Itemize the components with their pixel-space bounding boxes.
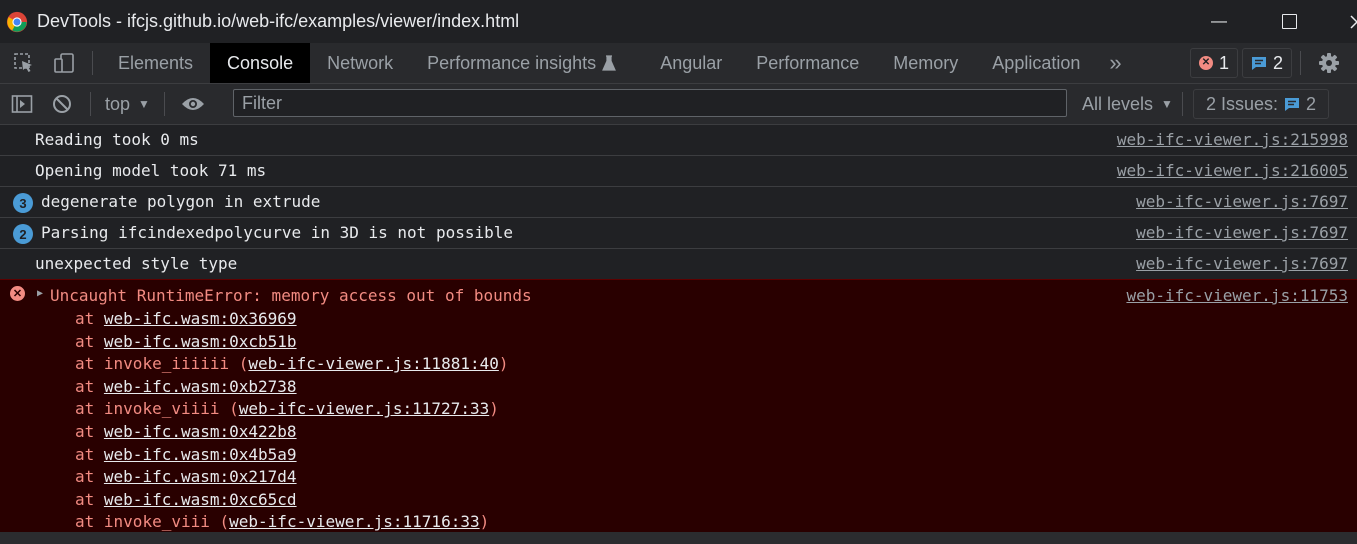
console-message: 2 Parsing ifcindexedpolycurve in 3D is n… — [0, 218, 1357, 249]
settings-button[interactable] — [1309, 43, 1349, 83]
dropdown-arrow-icon: ▼ — [138, 97, 150, 111]
sidebar-toggle-icon — [11, 95, 33, 113]
message-icon — [1251, 57, 1266, 70]
tab-performance[interactable]: Performance — [739, 43, 876, 83]
device-toolbar-button[interactable] — [44, 43, 84, 83]
message-text: degenerate polygon in extrude — [41, 192, 321, 211]
stack-frame: at web-ifc.wasm:0x4b5a9 — [75, 444, 297, 464]
source-link[interactable]: web-ifc-viewer.js:7697 — [1136, 192, 1348, 211]
close-icon — [1350, 14, 1357, 29]
issues-button[interactable]: 2 Issues: 2 — [1193, 89, 1330, 119]
inspect-cursor-icon — [14, 53, 32, 72]
stack-frame-link[interactable]: web-ifc.wasm:0xb2738 — [104, 377, 297, 396]
window-title: DevTools - ifcjs.github.io/web-ifc/examp… — [37, 11, 520, 31]
repeat-count-badge: 3 — [13, 193, 33, 213]
message-text: Opening model took 71 ms — [35, 161, 267, 180]
source-link[interactable]: web-ifc-viewer.js:7697 — [1136, 223, 1348, 242]
error-icon: ✕ — [1198, 56, 1213, 70]
message-text: unexpected style type — [35, 254, 238, 273]
tab-angular[interactable]: Angular — [643, 43, 739, 83]
tab-performance-insights[interactable]: Performance insights — [410, 43, 633, 83]
stack-frame: at invoke_viiii (web-ifc-viewer.js:11727… — [75, 399, 499, 419]
toolbar-divider — [1182, 92, 1183, 116]
stack-frame-link[interactable]: web-ifc.wasm:0x422b8 — [104, 422, 297, 441]
source-link[interactable]: web-ifc-viewer.js:11753 — [1126, 286, 1348, 305]
stack-frame: at web-ifc.wasm:0x217d4 — [75, 467, 297, 487]
stack-frame-link[interactable]: web-ifc-viewer.js:11727:33 — [239, 399, 489, 418]
window-titlebar: DevTools - ifcjs.github.io/web-ifc/examp… — [0, 0, 1357, 44]
error-count-badge[interactable]: ✕ 1 — [1189, 48, 1238, 78]
message-text: Reading took 0 ms — [35, 130, 199, 149]
tab-elements[interactable]: Elements — [101, 43, 210, 83]
stack-frame: at web-ifc.wasm:0xc65cd — [75, 489, 297, 509]
stack-frame-link[interactable]: web-ifc.wasm:0x4b5a9 — [104, 445, 297, 464]
stack-frame-link[interactable]: web-ifc.wasm:0xcb51b — [104, 332, 297, 351]
chevron-double-right-icon: » — [1109, 50, 1122, 75]
more-tabs-button[interactable]: » — [1097, 43, 1133, 83]
console-messages: Reading took 0 ms web-ifc-viewer.js:2159… — [0, 125, 1357, 544]
maximize-icon — [1281, 14, 1297, 29]
stack-frame: at web-ifc.wasm:0x36969 — [75, 309, 297, 328]
tab-application[interactable]: Application — [975, 43, 1097, 83]
filter-input[interactable] — [233, 89, 1067, 117]
message-text: Parsing ifcindexedpolycurve in 3D is not… — [41, 223, 514, 242]
toolbar-divider — [90, 92, 91, 116]
eye-icon — [181, 98, 204, 110]
chrome-logo-icon — [6, 11, 28, 32]
close-button[interactable] — [1320, 0, 1357, 43]
toolbar-divider — [163, 92, 165, 116]
stack-frame-link[interactable]: web-ifc.wasm:0x36969 — [104, 309, 297, 328]
clear-icon — [53, 95, 71, 113]
maximize-button[interactable] — [1252, 0, 1326, 43]
message-icon — [1285, 98, 1300, 111]
message-count-badge[interactable]: 2 — [1241, 48, 1292, 78]
console-message: unexpected style type web-ifc-viewer.js:… — [0, 249, 1357, 279]
log-levels-dropdown[interactable]: All levels ▼ — [1082, 84, 1173, 124]
devtools-tabbar: Elements Console Network Performance ins… — [0, 43, 1357, 84]
source-link[interactable]: web-ifc-viewer.js:216005 — [1117, 161, 1348, 180]
error-message: ✕ ▶ Uncaught RuntimeError: memory access… — [0, 279, 1357, 536]
error-icon: ✕ — [10, 286, 25, 301]
inspect-element-button[interactable] — [4, 43, 44, 83]
expand-triangle-icon[interactable]: ▶ — [37, 288, 43, 299]
console-message: 3 degenerate polygon in extrude web-ifc-… — [0, 187, 1357, 218]
stack-frame: at web-ifc.wasm:0x422b8 — [75, 421, 297, 441]
toolbar-divider — [92, 51, 93, 75]
repeat-count-badge: 2 — [13, 224, 33, 244]
stack-frame: at invoke_iiiiii (web-ifc-viewer.js:1188… — [75, 354, 509, 374]
minimize-button[interactable]: — — [1182, 0, 1256, 43]
clear-console-button[interactable] — [42, 84, 82, 124]
tab-memory[interactable]: Memory — [876, 43, 975, 83]
dropdown-arrow-icon: ▼ — [1161, 97, 1173, 111]
console-filterbar: top ▼ All levels ▼ 2 Issues: 2 — [0, 84, 1357, 125]
stack-frame-link[interactable]: web-ifc.wasm:0xc65cd — [104, 490, 297, 509]
toolbar-divider — [1300, 51, 1301, 75]
tab-network[interactable]: Network — [310, 43, 410, 83]
console-bottom-edge — [0, 532, 1357, 544]
source-link[interactable]: web-ifc-viewer.js:215998 — [1117, 130, 1348, 149]
console-message: Opening model took 71 ms web-ifc-viewer.… — [0, 156, 1357, 187]
stack-trace: at web-ifc.wasm:0x36969 at web-ifc.wasm:… — [75, 309, 509, 535]
live-expression-button[interactable] — [173, 84, 213, 124]
stack-frame: at web-ifc.wasm:0xcb51b — [75, 331, 297, 351]
console-message: Reading took 0 ms web-ifc-viewer.js:2159… — [0, 125, 1357, 156]
show-sidebar-button[interactable] — [2, 84, 42, 124]
context-selector[interactable]: top ▼ — [99, 94, 156, 115]
error-text[interactable]: Uncaught RuntimeError: memory access out… — [50, 286, 532, 305]
stack-frame-link[interactable]: web-ifc-viewer.js:11716:33 — [229, 512, 479, 531]
experiment-flask-icon — [602, 55, 617, 71]
tab-console[interactable]: Console — [210, 43, 311, 83]
gear-icon — [1319, 53, 1339, 73]
stack-frame-link[interactable]: web-ifc-viewer.js:11881:40 — [248, 354, 498, 373]
stack-frame-link[interactable]: web-ifc.wasm:0x217d4 — [104, 467, 297, 486]
source-link[interactable]: web-ifc-viewer.js:7697 — [1136, 254, 1348, 273]
stack-frame: at web-ifc.wasm:0xb2738 — [75, 376, 297, 396]
device-mode-icon — [54, 53, 74, 73]
